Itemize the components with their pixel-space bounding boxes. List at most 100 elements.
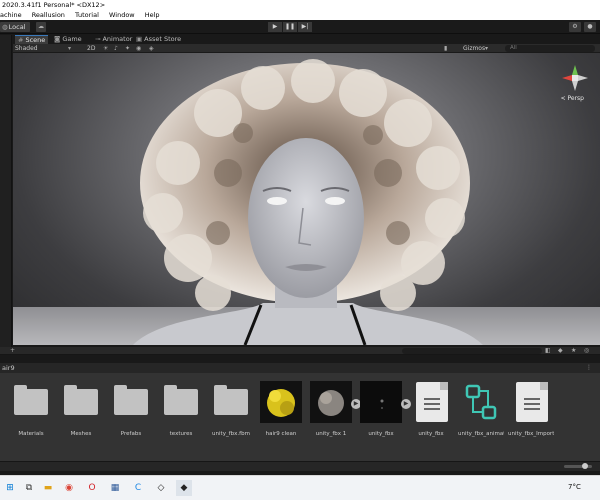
character-creator-icon[interactable]: C (130, 480, 146, 496)
play-button[interactable]: ▶ (268, 22, 282, 32)
effects-toggle-icon[interactable]: ✦ (125, 44, 130, 53)
asset-item[interactable]: ▶ unity_fbx (358, 381, 411, 437)
folder-icon (110, 381, 152, 423)
tab-asset-store-label: Asset Store (144, 35, 182, 43)
tab-scene-label: Scene (25, 36, 46, 44)
scene-viewport[interactable]: < Persp (13, 53, 600, 345)
audio-toggle-icon[interactable]: ♪ (114, 44, 118, 53)
asset-item[interactable]: unity_fbx.fbm (208, 381, 254, 437)
character-render (133, 59, 483, 345)
main-toolbar: ◍Local ☁ ▶ ❚❚ ▶| ⚙ ● (0, 20, 600, 34)
project-status-bar (0, 461, 600, 471)
windows-taskbar: ⊞ ⧉ ▬ ◉ O ▦ C ◇ ◆ 7°C (0, 475, 600, 500)
camera-settings-icon[interactable]: ◈ (149, 44, 154, 53)
chrome-icon[interactable]: ◉ (61, 480, 77, 496)
asset-label: unity_fbx (418, 431, 444, 437)
projection-label[interactable]: < Persp (561, 95, 584, 102)
play-icon: ▶ (272, 23, 278, 30)
step-button[interactable]: ▶| (298, 22, 312, 32)
scene-tab-icon: # (18, 36, 24, 44)
unity-editor-icon[interactable]: ◆ (176, 480, 192, 496)
folder-icon (60, 381, 102, 423)
game-tab-icon: ◙ (54, 35, 61, 43)
project-search-input[interactable] (402, 348, 542, 354)
settings-button[interactable]: ⚙ (569, 22, 581, 32)
weather-temperature[interactable]: 7°C (568, 483, 581, 491)
start-windows-icon[interactable]: ⊞ (2, 480, 18, 496)
hidden-objects-icon[interactable]: ◉ (136, 44, 141, 53)
opera-icon[interactable]: O (84, 480, 100, 496)
menu-bar: achine Reallusion Tutorial Window Help (0, 10, 600, 20)
tab-scene[interactable]: # Scene (15, 35, 49, 44)
asset-item[interactable]: textures (158, 381, 204, 437)
asset-item[interactable]: unity_fbx_animat... (458, 381, 504, 437)
favorite-icon[interactable]: ★ (571, 347, 576, 355)
file-explorer-icon[interactable]: ▬ (40, 480, 56, 496)
project-toolbar: + ◧ ◆ ★ ◎ (0, 347, 600, 355)
app-icon[interactable]: ▦ (107, 480, 123, 496)
scene-search-input[interactable]: All (505, 45, 595, 52)
tab-asset-store[interactable]: ▣ Asset Store (133, 35, 184, 44)
menu-item-reallusion[interactable]: Reallusion (32, 10, 65, 20)
camera-icon[interactable]: ▮ (444, 44, 447, 53)
asset-item[interactable]: hair9 clean (258, 381, 304, 437)
breadcrumb-folder[interactable]: air9 (2, 364, 15, 372)
filter-by-label-icon[interactable]: ◆ (558, 347, 563, 355)
task-view-icon[interactable]: ⧉ (21, 480, 37, 496)
tab-game-label: Game (62, 35, 82, 43)
hidden-packages-icon[interactable]: ◎ (584, 347, 589, 355)
folder-icon (210, 381, 252, 423)
asset-item[interactable]: Materials (8, 381, 54, 437)
texture-thumbnail: ▶ (310, 381, 361, 423)
search-placeholder: All (510, 45, 517, 51)
pause-icon: ❚❚ (284, 23, 296, 30)
lighting-toggle-icon[interactable]: ☀ (103, 44, 108, 53)
project-asset-grid: Materials Meshes Prefabs textures unity_… (0, 373, 600, 461)
asset-label: textures (169, 431, 193, 437)
asset-label: Materials (18, 431, 44, 437)
asset-item[interactable]: Prefabs (108, 381, 154, 437)
filter-by-type-icon[interactable]: ◧ (545, 347, 551, 355)
folder-icon (10, 381, 52, 423)
pause-button[interactable]: ❚❚ (283, 22, 297, 32)
window-title-bar: 2020.3.41f1 Personal* <DX12> (0, 0, 600, 10)
draw-mode-dropdown[interactable]: Shaded ▾ (15, 44, 71, 53)
menu-item-window[interactable]: Window (109, 10, 135, 20)
texture-thumbnail (260, 381, 302, 423)
chevron-down-icon[interactable]: ▾ (485, 44, 488, 53)
window-title: 2020.3.41f1 Personal* <DX12> (2, 1, 106, 9)
scene-view-toolbar: Shaded ▾ 2D ☀ ♪ ✦ ◉ ◈ ▮ Gizmos ▾ All (13, 44, 600, 53)
globe-icon: ◍ (2, 23, 8, 31)
asset-item[interactable]: ▶ unity_fbx 1 (308, 381, 361, 437)
user-icon: ● (587, 23, 593, 30)
asset-label: unity_fbx 1 (315, 431, 347, 437)
2d-toggle[interactable]: 2D (87, 44, 95, 53)
asset-item[interactable]: unity_fbx_Importi... (508, 381, 554, 437)
menu-item-machine[interactable]: achine (0, 10, 22, 20)
asset-item[interactable]: unity_fbx (408, 381, 454, 437)
collab-button[interactable]: ☁ (36, 22, 46, 32)
thumbnail-size-slider[interactable] (564, 463, 592, 469)
asset-label: unity_fbx_animat... (458, 431, 504, 437)
gizmos-dropdown[interactable]: Gizmos (463, 44, 485, 53)
tab-animator-label: Animator (102, 35, 133, 43)
asset-item[interactable]: Meshes (58, 381, 104, 437)
add-icon[interactable]: + (10, 347, 15, 355)
toolbar-right: ⚙ ● (569, 22, 596, 32)
account-button[interactable]: ● (584, 22, 596, 32)
menu-item-tutorial[interactable]: Tutorial (75, 10, 99, 20)
pivot-toggle-button[interactable]: ◍Local (0, 22, 30, 32)
model-thumbnail: ▶ (360, 381, 411, 423)
tab-game[interactable]: ◙ Game (51, 35, 85, 44)
yellow-hair-texture-icon (267, 389, 295, 417)
asset-label: Prefabs (120, 431, 142, 437)
pivot-label: Local (8, 23, 26, 31)
play-controls: ▶ ❚❚ ▶| (268, 22, 312, 32)
orientation-gizmo[interactable] (560, 63, 590, 93)
cloud-icon: ☁ (38, 23, 44, 30)
unity-hub-icon[interactable]: ◇ (153, 480, 169, 496)
more-options-icon[interactable]: ⋮ (586, 363, 592, 373)
menu-item-help[interactable]: Help (145, 10, 160, 20)
asset-label: hair9 clean (265, 431, 297, 437)
tab-animator[interactable]: ⊸ Animator (92, 35, 135, 44)
